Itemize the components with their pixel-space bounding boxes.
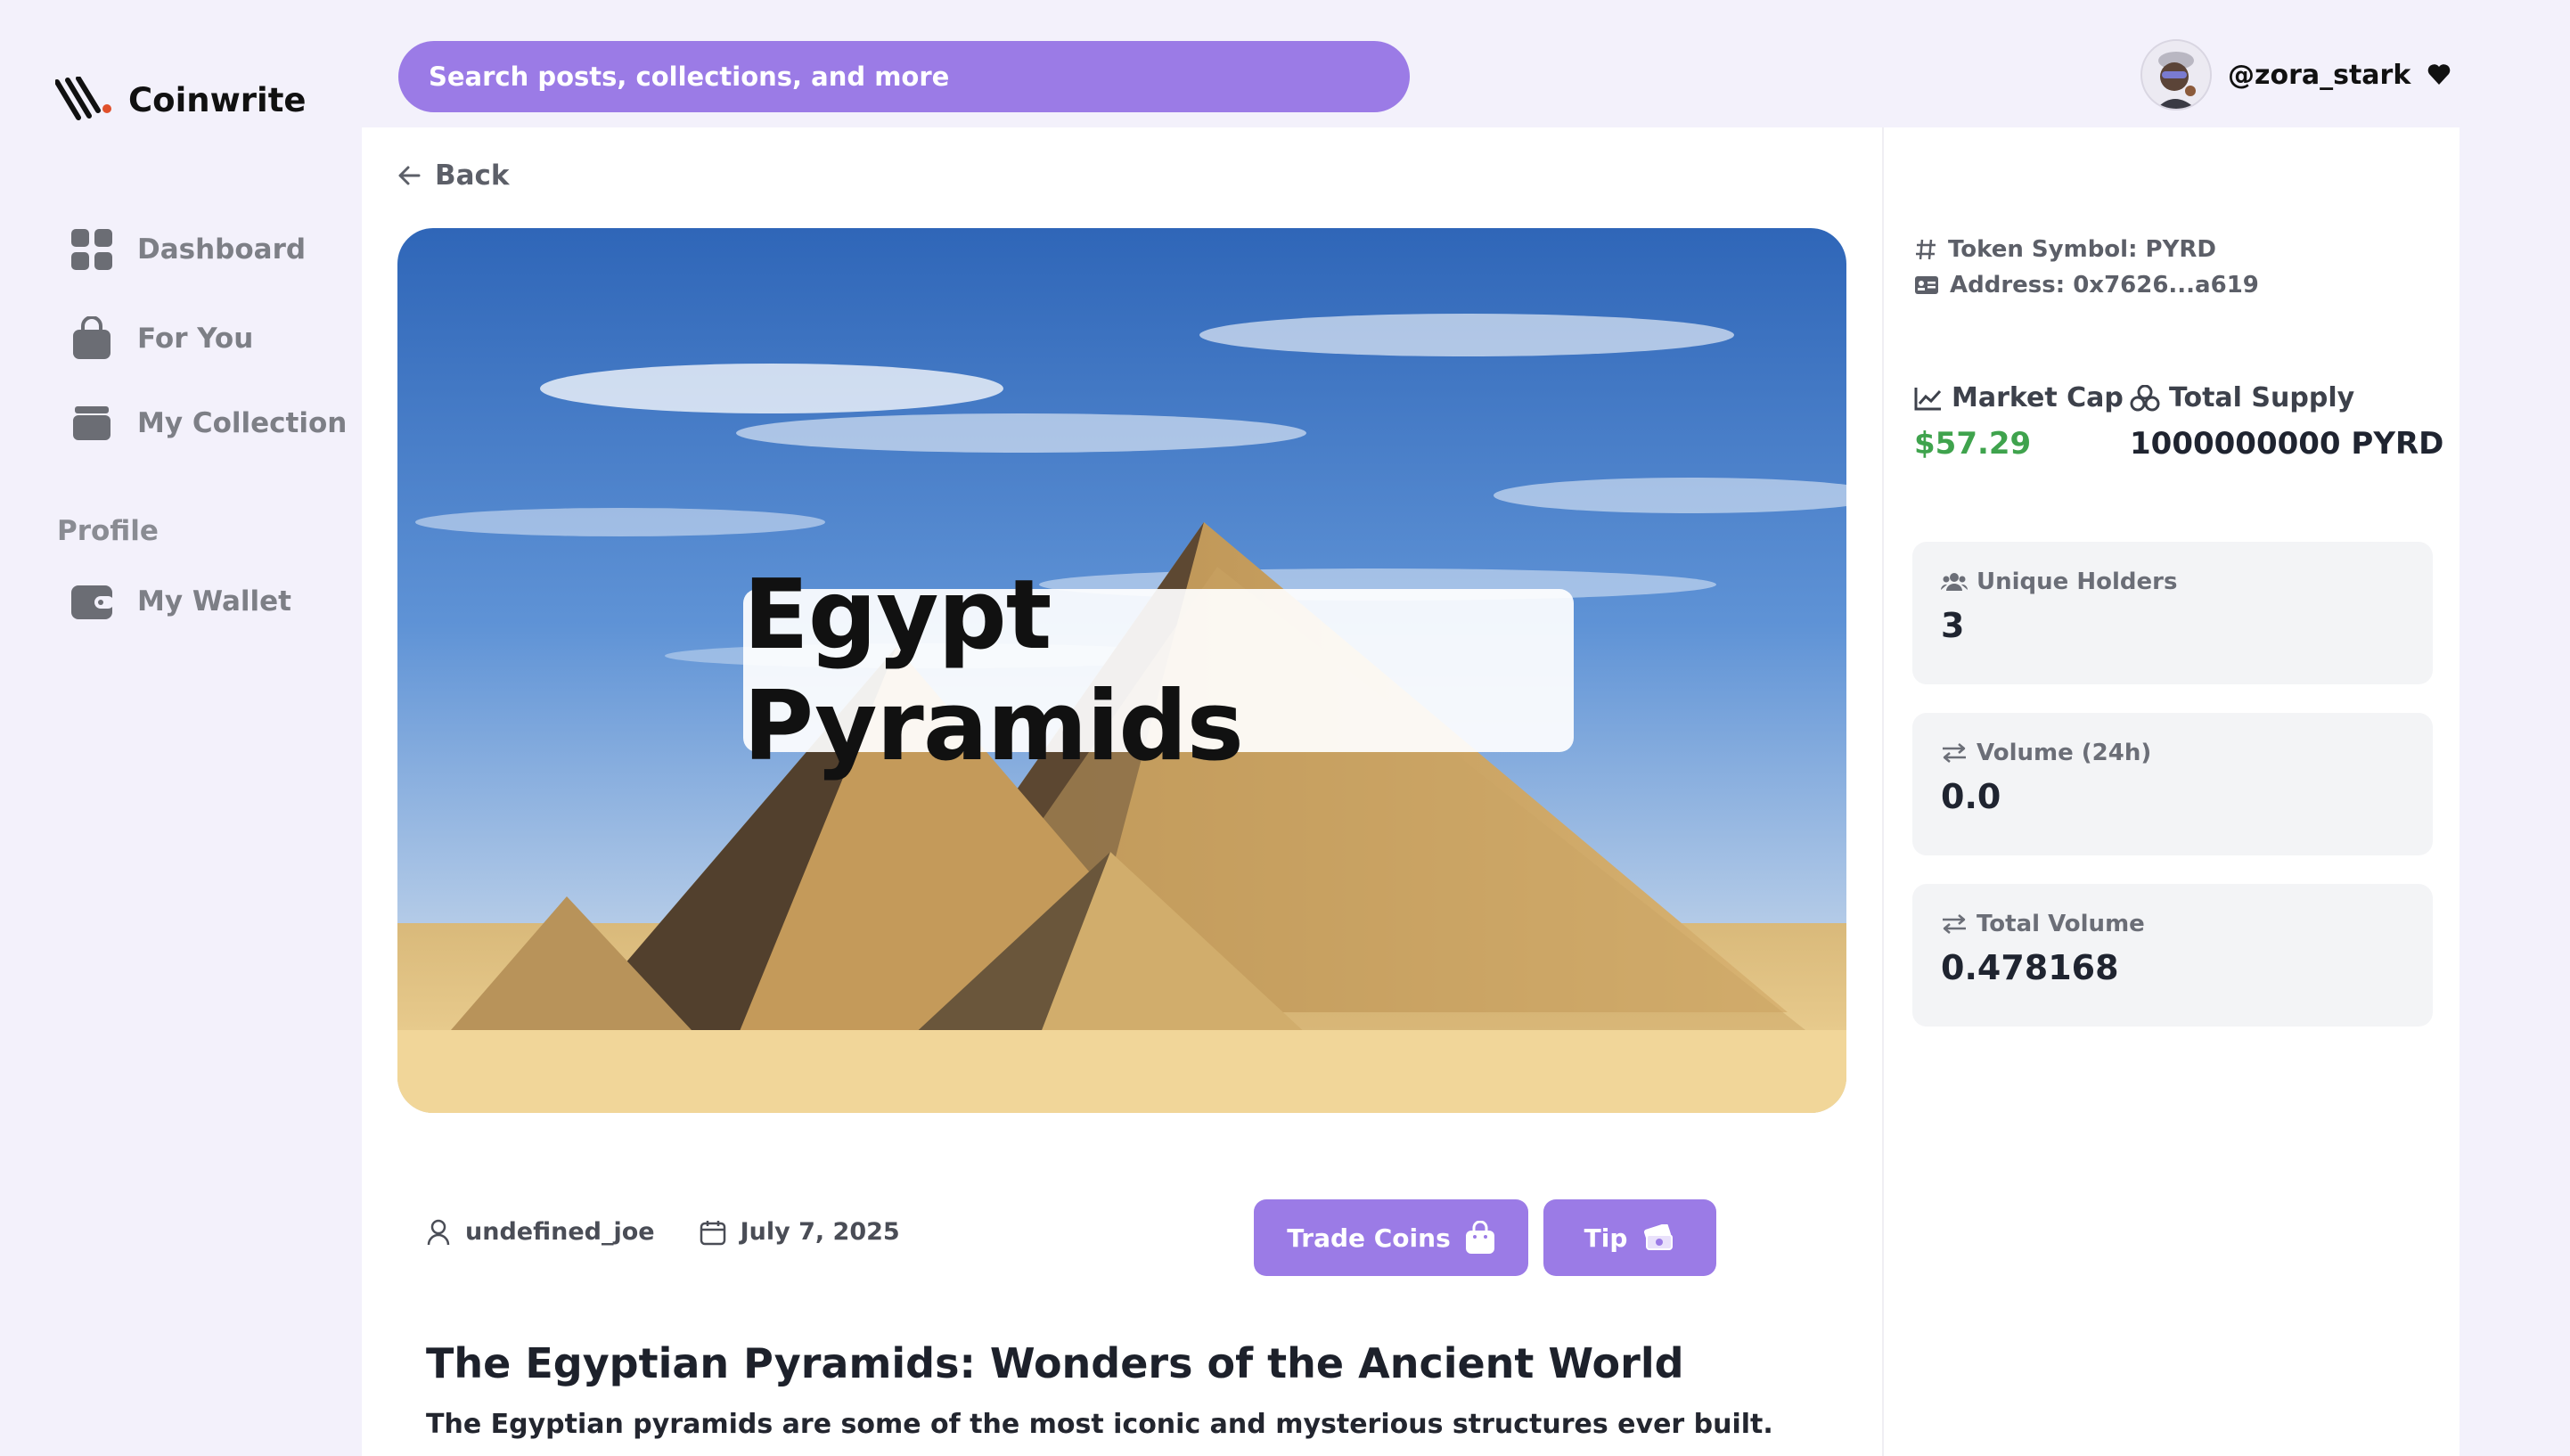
token-symbol: Token Symbol: PYRD: [1914, 236, 2216, 263]
sidebar-item-my-wallet[interactable]: My Wallet: [70, 579, 291, 624]
stat-card-unique-holders: Unique Holders 3: [1912, 542, 2433, 684]
wallet-icon: [70, 579, 114, 624]
calendar-icon: [700, 1220, 725, 1245]
trade-coins-label: Trade Coins: [1287, 1223, 1451, 1253]
market-cap-label: Market Cap: [1952, 382, 2124, 413]
author-name[interactable]: undefined_joe: [465, 1218, 655, 1246]
total-supply-label: Total Supply: [2169, 382, 2355, 413]
sidebar-item-label: My Wallet: [137, 585, 291, 618]
post-meta: undefined_joe July 7, 2025: [426, 1218, 900, 1246]
avatar[interactable]: [2140, 39, 2212, 110]
swap-arrows-icon: [1943, 743, 1966, 763]
volume-24h-value: 0.0: [1941, 777, 2001, 816]
coins-icon: [2130, 384, 2160, 411]
back-label: Back: [435, 160, 510, 192]
back-button[interactable]: Back: [397, 160, 510, 192]
tip-button[interactable]: Tip: [1543, 1199, 1716, 1276]
search-bar[interactable]: [398, 41, 1410, 112]
arrow-left-icon: [398, 166, 421, 185]
bag-icon: [70, 316, 114, 361]
token-address[interactable]: Address: 0x7626...a619: [1914, 272, 2259, 299]
hash-icon: [1916, 239, 1936, 260]
app-name: Coinwrite: [128, 80, 307, 119]
bag-icon: [1465, 1221, 1494, 1254]
sidebar-item-label: Dashboard: [137, 233, 307, 266]
sidebar-item-label: My Collection: [137, 407, 348, 439]
total-supply-value: 1000000000 PYRD: [2130, 426, 2444, 462]
app-logo[interactable]: Coinwrite: [55, 77, 307, 123]
sidebar-section-profile: Profile: [57, 515, 159, 547]
swap-arrows-icon: [1943, 914, 1966, 934]
chart-line-icon: [1914, 387, 1942, 410]
post-date: July 7, 2025: [740, 1218, 900, 1246]
tip-label: Tip: [1584, 1223, 1628, 1253]
username[interactable]: @zora_stark: [2228, 60, 2410, 91]
stat-card-volume-24h: Volume (24h) 0.0: [1912, 713, 2433, 855]
sidebar: Coinwrite Dashboard For You My Collectio…: [0, 0, 362, 1456]
folder-icon: [70, 401, 114, 446]
sidebar-item-label: For You: [137, 323, 254, 355]
sidebar-item-dashboard[interactable]: Dashboard: [70, 227, 306, 272]
heart-dropdown-icon[interactable]: [2427, 63, 2451, 86]
user-menu[interactable]: @zora_stark: [2140, 39, 2451, 110]
search-input[interactable]: [429, 61, 1410, 92]
post-panel: Back Egypt Pyramids undefined_joe July 7…: [362, 127, 1882, 1456]
users-icon: [1941, 573, 1968, 591]
total-volume-value: 0.478168: [1941, 948, 2119, 987]
hero-image: Egypt Pyramids: [397, 228, 1846, 1113]
market-cap-stat: Market Cap $57.29: [1914, 382, 2124, 462]
stat-card-total-volume: Total Volume 0.478168: [1912, 884, 2433, 1027]
sidebar-item-my-collection[interactable]: My Collection: [70, 401, 347, 446]
article-title: The Egyptian Pyramids: Wonders of the An…: [426, 1339, 1684, 1387]
hero-title: Egypt Pyramids: [743, 560, 1574, 782]
article-body: The Egyptian pyramids are some of the mo…: [426, 1409, 1773, 1456]
user-icon: [427, 1219, 450, 1245]
market-cap-value: $57.29: [1914, 426, 2032, 462]
money-icon: [1644, 1224, 1674, 1250]
trade-coins-button[interactable]: Trade Coins: [1254, 1199, 1528, 1276]
grid-icon: [70, 227, 114, 272]
id-card-icon: [1915, 276, 1938, 294]
token-info-panel: Token Symbol: PYRD Address: 0x7626...a61…: [1882, 127, 2460, 1456]
sidebar-item-for-you[interactable]: For You: [70, 316, 253, 361]
total-supply-stat: Total Supply 1000000000 PYRD: [2130, 382, 2443, 462]
unique-holders-value: 3: [1941, 606, 1965, 645]
coinwrite-logo-icon: [55, 77, 111, 120]
